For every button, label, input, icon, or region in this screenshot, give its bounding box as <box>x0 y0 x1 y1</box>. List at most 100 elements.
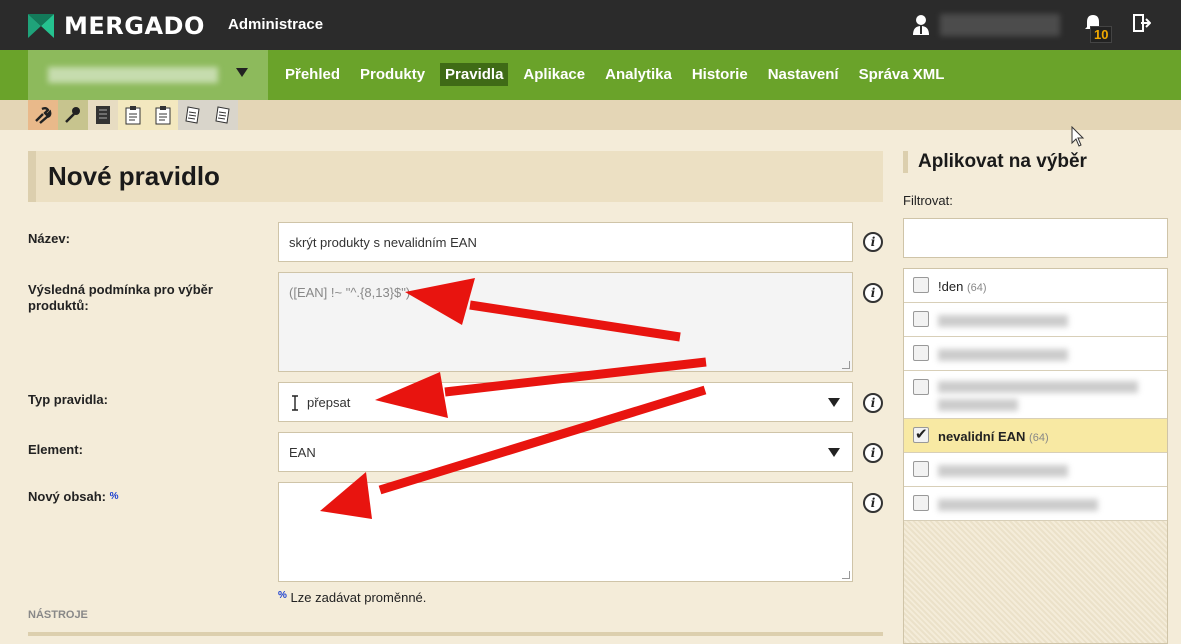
name-label: Název: <box>28 231 70 246</box>
list-item-label: !den (64) <box>938 279 987 294</box>
list-item[interactable] <box>904 303 1167 337</box>
redacted-item-label <box>938 465 1068 477</box>
notification-count-badge[interactable]: 10 <box>1090 26 1113 43</box>
element-label: Element: <box>28 442 83 457</box>
info-icon[interactable]: i <box>863 493 883 513</box>
variables-hint-text: Lze zadávat proměnné. <box>290 590 427 605</box>
nav-item-historie[interactable]: Historie <box>687 63 753 86</box>
document-tool-button-2[interactable] <box>208 100 238 130</box>
tool-strip <box>0 100 1181 130</box>
checkbox[interactable] <box>913 311 929 327</box>
page-title: Nové pravidlo <box>48 161 220 191</box>
section-divider <box>28 632 883 636</box>
list-item-selected[interactable]: nevalidní EAN (64) <box>904 419 1167 453</box>
nav-item-prehled[interactable]: Přehled <box>280 63 345 86</box>
key-tool-button[interactable] <box>58 100 88 130</box>
user-icon[interactable] <box>912 14 930 36</box>
redacted-item-label <box>938 381 1138 393</box>
logout-icon[interactable] <box>1133 14 1151 32</box>
new-content-label: Nový obsah: <box>28 489 107 504</box>
clipboard-tool-button-2[interactable] <box>148 100 178 130</box>
selection-list: !den (64) nevalidní EAN (64) <box>903 268 1168 644</box>
variables-percent-marker: % <box>109 491 119 502</box>
rule-type-label: Typ pravidla: <box>28 392 108 407</box>
document-icon <box>185 106 200 124</box>
redacted-item-label <box>938 499 1098 511</box>
redacted-item-label <box>938 399 1018 411</box>
filter-input[interactable] <box>903 218 1168 258</box>
book-icon <box>96 106 110 124</box>
document-icon <box>215 106 230 124</box>
list-item[interactable] <box>904 371 1167 419</box>
variables-percent-marker: % <box>278 590 287 601</box>
chevron-down-icon <box>236 68 248 77</box>
variables-hint: % Lze zadávat proměnné. <box>278 590 426 605</box>
condition-textarea[interactable]: ([EAN] !~ "^.{8,13}$") <box>278 272 853 372</box>
checkbox[interactable] <box>913 495 929 511</box>
redacted-item-label <box>938 349 1068 361</box>
rule-type-select[interactable]: přepsat <box>278 382 853 422</box>
nav-item-pravidla[interactable]: Pravidla <box>440 63 509 86</box>
resize-handle[interactable] <box>842 361 850 369</box>
text-cursor-icon <box>292 395 298 411</box>
mergado-logo[interactable]: MERGADO <box>28 12 205 40</box>
tools-section-label: NÁSTROJE <box>28 609 88 621</box>
new-content-textarea[interactable] <box>278 482 853 582</box>
shop-name-redacted <box>48 67 218 83</box>
checkbox[interactable] <box>913 379 929 395</box>
rule-type-value: přepsat <box>307 395 351 410</box>
wrench-tool-button[interactable] <box>28 100 58 130</box>
key-icon <box>65 107 80 123</box>
mergado-logo-icon <box>28 14 54 38</box>
redacted-item-label <box>938 315 1068 327</box>
main-nav: Přehled Produkty Pravidla Aplikace Analy… <box>280 63 959 86</box>
list-item[interactable]: !den (64) <box>904 269 1167 303</box>
name-input[interactable]: skrýt produkty s nevalidním EAN <box>278 222 853 262</box>
item-name: !den <box>938 279 964 294</box>
nav-item-aplikace[interactable]: Aplikace <box>518 63 590 86</box>
nav-item-produkty[interactable]: Produkty <box>355 63 430 86</box>
list-item[interactable] <box>904 487 1167 521</box>
nav-item-sprava-xml[interactable]: Správa XML <box>854 63 950 86</box>
checkbox[interactable] <box>913 345 929 361</box>
nav-item-analytika[interactable]: Analytika <box>600 63 677 86</box>
list-item-label: nevalidní EAN (64) <box>938 429 1049 444</box>
top-bar: MERGADO Administrace 10 <box>0 0 1181 50</box>
document-tool-button-1[interactable] <box>178 100 208 130</box>
clipboard-tool-button-1[interactable] <box>118 100 148 130</box>
condition-value: ([EAN] !~ "^.{8,13}$") <box>289 285 411 300</box>
user-name-redacted[interactable] <box>940 14 1060 36</box>
checkbox[interactable] <box>913 461 929 477</box>
admin-link[interactable]: Administrace <box>228 16 323 33</box>
filter-label: Filtrovat: <box>903 193 953 208</box>
wrench-icon <box>35 107 52 124</box>
new-content-label-wrap: Nový obsah: % <box>28 489 119 505</box>
info-icon[interactable]: i <box>863 283 883 303</box>
book-tool-button[interactable] <box>88 100 118 130</box>
chevron-down-icon <box>828 398 840 407</box>
mouse-pointer-icon <box>1071 126 1085 147</box>
clipboard-icon <box>155 106 171 125</box>
info-icon[interactable]: i <box>863 393 883 413</box>
item-count: (64) <box>1029 432 1049 444</box>
main-nav-bar: Přehled Produkty Pravidla Aplikace Analy… <box>0 50 1181 100</box>
element-select[interactable]: EAN <box>278 432 853 472</box>
resize-handle[interactable] <box>842 571 850 579</box>
item-name: nevalidní EAN <box>938 429 1026 444</box>
info-icon[interactable]: i <box>863 232 883 252</box>
clipboard-icon <box>125 106 141 125</box>
checkbox-checked[interactable] <box>913 425 929 443</box>
item-count: (64) <box>966 282 987 294</box>
list-item[interactable] <box>904 337 1167 371</box>
element-value: EAN <box>289 445 316 460</box>
nav-item-nastaveni[interactable]: Nastavení <box>763 63 844 86</box>
checkbox[interactable] <box>913 277 929 293</box>
name-input-value: skrýt produkty s nevalidním EAN <box>289 235 477 250</box>
logo-text: MERGADO <box>64 12 205 40</box>
shop-selector[interactable] <box>28 50 268 100</box>
info-icon[interactable]: i <box>863 443 883 463</box>
list-item[interactable] <box>904 453 1167 487</box>
apply-selection-title: Aplikovat na výběr <box>903 151 1087 173</box>
page-heading-box: Nové pravidlo <box>28 151 883 202</box>
chevron-down-icon <box>828 448 840 457</box>
